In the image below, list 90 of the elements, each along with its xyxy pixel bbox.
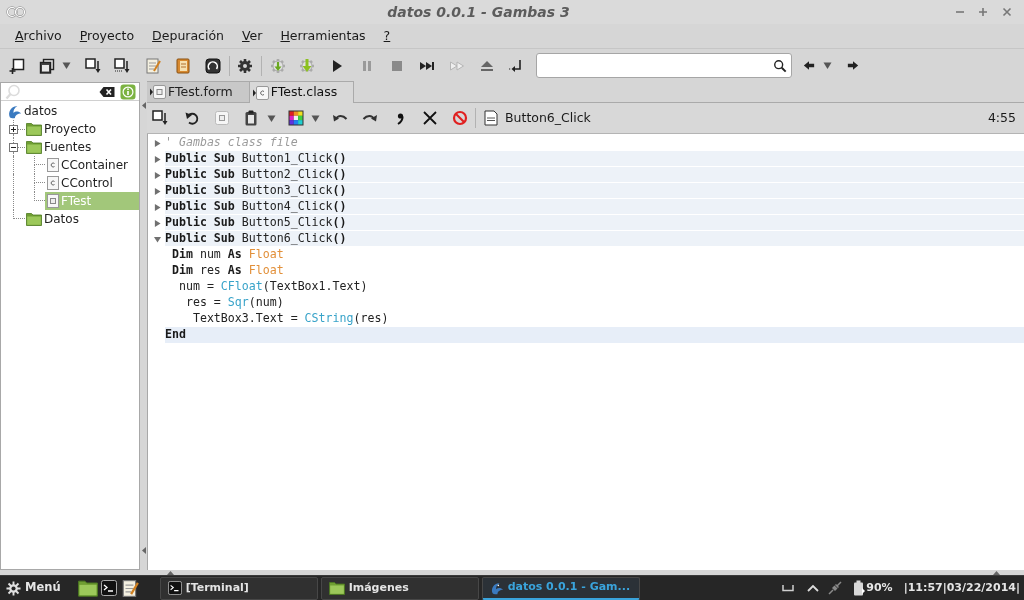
plug-icon[interactable] — [828, 581, 843, 595]
folder-icon — [26, 122, 42, 136]
class-file-icon — [46, 158, 59, 172]
folder-icon — [26, 140, 42, 154]
menu-item[interactable]: Archivo — [6, 25, 71, 47]
code-line: ' Gambas class file — [165, 135, 299, 151]
cursor-position: 4:55 — [987, 108, 1017, 127]
reload-icon[interactable] — [184, 110, 200, 126]
window-arrow-icon[interactable] — [85, 57, 101, 74]
caret-icon[interactable] — [823, 61, 832, 70]
fold-arrow-icon[interactable] — [154, 202, 161, 212]
tree-item[interactable]: CControl — [45, 174, 139, 192]
search-icon[interactable] — [773, 58, 787, 73]
back-arrow-icon[interactable] — [803, 60, 815, 71]
terminal-icon — [167, 581, 182, 595]
splitter-arrow-icon[interactable] — [993, 570, 1000, 575]
splitter-arrow-icon[interactable] — [141, 547, 146, 554]
code-line: res = Sqr(num) — [184, 295, 285, 311]
document-icon — [483, 110, 499, 126]
form-file-icon — [150, 85, 166, 99]
cross-icon[interactable] — [422, 110, 438, 126]
color-grid-icon[interactable] — [288, 110, 304, 126]
fold-arrow-icon[interactable] — [154, 218, 161, 228]
clipboard-icon[interactable] — [243, 110, 259, 126]
menu-item[interactable]: Depuración — [143, 25, 233, 47]
battery-icon[interactable] — [853, 580, 866, 596]
procedure-selector[interactable]: Button6_Click — [481, 106, 593, 130]
splitter-arrow-icon[interactable] — [141, 102, 146, 109]
fold-arrow-icon[interactable] — [154, 170, 161, 180]
menu-item[interactable]: ? — [374, 25, 400, 47]
caret-icon[interactable] — [62, 61, 71, 70]
terminal-icon[interactable] — [100, 580, 117, 596]
clear-icon[interactable] — [99, 85, 115, 98]
caret-icon[interactable] — [267, 113, 276, 123]
book-icon[interactable] — [175, 57, 191, 74]
caret-icon[interactable] — [311, 113, 320, 123]
close-icon[interactable] — [1002, 7, 1012, 17]
fold-arrow-icon[interactable] — [153, 235, 162, 243]
form-file-icon — [46, 194, 59, 208]
fold-arrow-icon[interactable] — [154, 186, 161, 196]
bracket-icon[interactable] — [782, 584, 795, 592]
logo-icon — [489, 580, 504, 595]
maximize-icon[interactable] — [978, 7, 988, 17]
arc-tile-icon[interactable] — [205, 57, 221, 74]
chevron-up-icon[interactable] — [807, 584, 820, 592]
notepad-icon[interactable] — [120, 578, 139, 598]
collapse-icon[interactable] — [9, 142, 18, 152]
code-line: num = CFloat(TextBox1.Text) — [177, 279, 369, 295]
splitter-arrow-icon[interactable] — [167, 570, 174, 575]
tree-item[interactable]: Datos — [25, 210, 139, 228]
rings-icon — [6, 6, 26, 18]
window-plus-icon[interactable] — [9, 57, 25, 74]
class-file-icon — [46, 176, 59, 190]
folder-icon — [26, 212, 42, 226]
tab[interactable]: FTest.class — [249, 81, 355, 103]
class-file-icon — [252, 85, 269, 100]
tree-item[interactable]: Proyecto — [25, 120, 139, 138]
settings-icon[interactable] — [237, 57, 253, 74]
tree-item[interactable]: datos — [6, 102, 139, 120]
square-icon[interactable] — [214, 110, 230, 126]
start-menu-button[interactable]: Menú — [5, 577, 62, 599]
logo-icon — [7, 103, 22, 119]
window-title: datos 0.0.1 - Gambas 3 — [386, 2, 571, 22]
taskbar-button[interactable]: Imágenes — [320, 576, 479, 600]
menu-item[interactable]: Ver — [233, 25, 272, 47]
search-field[interactable] — [536, 53, 792, 78]
fold-arrow-icon[interactable] — [154, 154, 161, 164]
fold-arrow-icon[interactable] — [154, 138, 161, 148]
taskbar-button[interactable]: datos 0.0.1 - Gam... — [481, 576, 640, 600]
return-arrow-icon[interactable] — [508, 57, 524, 74]
code-line: TextBox3.Text = CString(res) — [191, 311, 390, 327]
gear-icon — [6, 580, 21, 596]
code-line: Dim num As Float — [170, 247, 285, 263]
menu-item[interactable]: Herramientas — [271, 25, 375, 47]
no-entry-icon[interactable] — [452, 110, 468, 126]
window-arrow-icon[interactable] — [114, 57, 130, 74]
tree-item[interactable]: Fuentes — [25, 138, 139, 156]
menu-item[interactable]: Proyecto — [70, 25, 144, 47]
forward-arrow-icon[interactable] — [847, 60, 859, 71]
tree-item[interactable]: CContainer — [45, 156, 139, 174]
window-arrow-icon[interactable] — [152, 110, 168, 126]
folder-icon[interactable] — [77, 579, 98, 597]
tab[interactable]: FTest.form — [147, 81, 250, 102]
code-line: Dim res As Float — [170, 263, 285, 279]
battery-level: 90% — [866, 579, 893, 596]
windows-icon[interactable] — [39, 57, 55, 74]
clock: |11:57|03/22/2014| — [903, 579, 1020, 596]
folder-icon — [328, 581, 345, 595]
taskbar-button[interactable]: [Terminal] — [159, 576, 318, 600]
expand-icon[interactable] — [9, 124, 18, 134]
